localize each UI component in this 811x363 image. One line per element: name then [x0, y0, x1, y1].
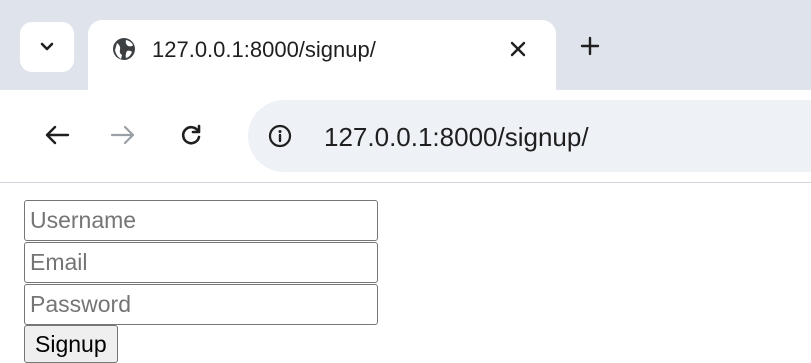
signup-button[interactable]: Signup	[24, 325, 118, 363]
close-icon	[510, 41, 526, 57]
url-text[interactable]: 127.0.0.1:8000/signup/	[324, 122, 589, 152]
username-field[interactable]	[24, 200, 378, 241]
password-field[interactable]	[24, 284, 378, 325]
chevron-down-icon	[40, 42, 54, 51]
browser-window: 127.0.0.1:8000/signup/ 127.0.0.1:8000/si…	[0, 0, 811, 363]
tab-strip: 127.0.0.1:8000/signup/	[0, 0, 811, 90]
back-button[interactable]	[42, 120, 72, 150]
new-tab-button[interactable]	[578, 34, 602, 58]
tab-close-button[interactable]	[506, 37, 530, 61]
tab-search-button[interactable]	[20, 22, 74, 72]
plus-icon	[580, 36, 600, 56]
address-bar[interactable]: 127.0.0.1:8000/signup/	[248, 100, 811, 172]
email-field[interactable]	[24, 242, 378, 283]
forward-button[interactable]	[108, 120, 138, 150]
active-tab[interactable]: 127.0.0.1:8000/signup/	[88, 20, 556, 90]
reload-icon	[181, 124, 201, 145]
globe-icon	[113, 38, 135, 60]
arrow-right-icon	[110, 125, 135, 145]
reload-button[interactable]	[176, 120, 206, 150]
page-content: Signup	[0, 183, 811, 363]
info-icon[interactable]	[268, 124, 292, 148]
toolbar: 127.0.0.1:8000/signup/	[0, 90, 811, 182]
tab-title: 127.0.0.1:8000/signup/	[152, 37, 376, 62]
arrow-left-icon	[45, 125, 70, 145]
